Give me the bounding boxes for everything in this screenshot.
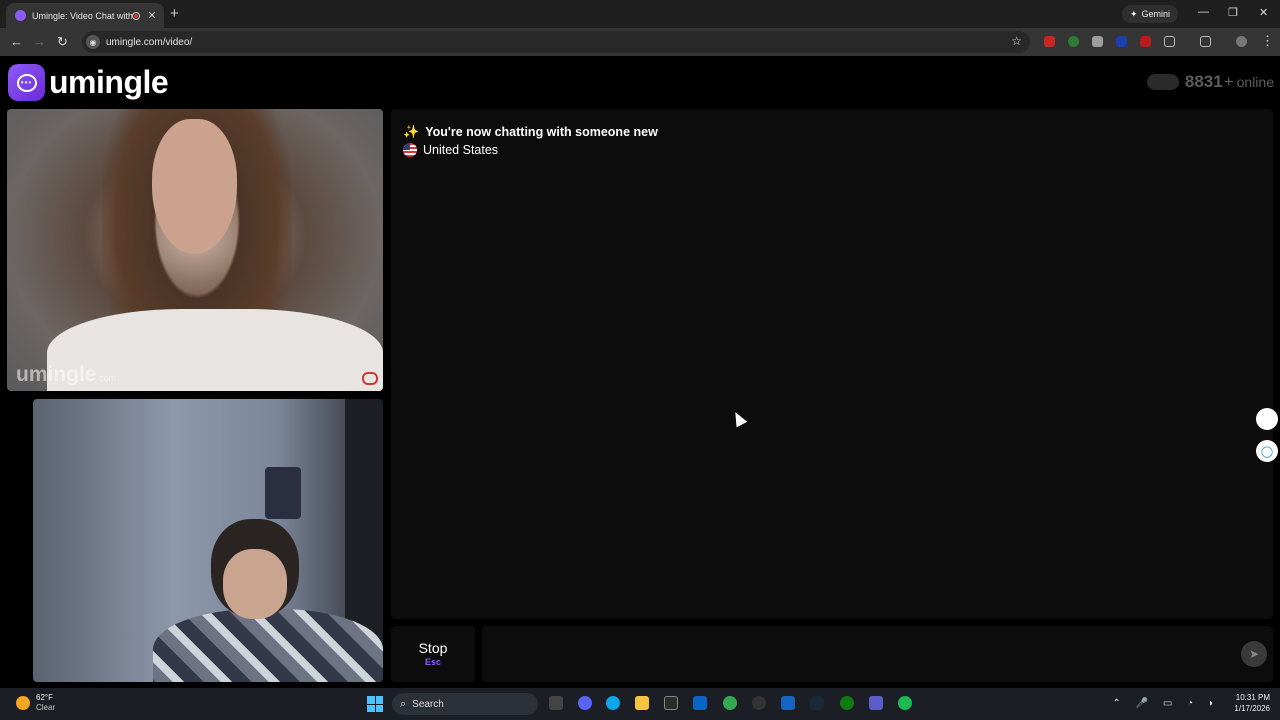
system-tray-icons[interactable]: ⌃ 🎤 ▭ ◔ ◗ — [1113, 698, 1220, 709]
tab-title: Umingle: Video Chat with S — [32, 10, 132, 21]
clock-time: 10:31 PM — [1235, 693, 1270, 702]
address-bar[interactable]: ◉ umingle.com/video/ ☆ — [82, 31, 1030, 53]
spotify-icon[interactable] — [898, 696, 912, 710]
online-count: 8831 — [1184, 72, 1223, 91]
bookmark-star-icon[interactable]: ☆ — [1011, 34, 1022, 48]
file-explorer-icon[interactable] — [635, 696, 649, 710]
recording-icon — [132, 11, 140, 20]
windows-taskbar: 62°F Clear ⌕ Search ⌃ 🎤 ▭ ◔ ◗ 10:31 PM 1… — [0, 688, 1280, 720]
logo-text: umingle — [49, 64, 169, 100]
extensions-puzzle-icon[interactable] — [1164, 36, 1175, 47]
url-text: umingle.com/video/ — [106, 36, 193, 48]
gemini-icon: ✦ — [1130, 8, 1138, 19]
stop-label: Stop — [418, 640, 448, 656]
windows-start-icon[interactable] — [367, 696, 383, 712]
grammarly-extension-icon[interactable] — [1068, 36, 1079, 47]
send-icon[interactable]: ➤ — [1241, 641, 1267, 667]
stop-button[interactable]: Stop Esc — [391, 626, 475, 682]
theme-toggle[interactable] — [1146, 74, 1179, 90]
store-icon[interactable] — [664, 696, 678, 710]
self-video-object — [265, 467, 301, 519]
clock-date: 1/17/2026 — [1234, 704, 1270, 713]
app-icon[interactable] — [781, 696, 795, 710]
reload-icon[interactable]: ↻ — [57, 34, 68, 50]
system-message: ✨ You're now chatting with someone new — [403, 124, 658, 140]
stranger-location-text: United States — [423, 143, 499, 157]
umingle-page: ••• umingle 8831 + online umingle.com ✨ … — [0, 56, 1280, 688]
video-watermark: umingle.com — [16, 363, 117, 386]
sparkle-icon: ✨ — [403, 124, 420, 139]
search-label: Search — [412, 698, 444, 710]
extension-icon[interactable] — [1140, 36, 1151, 47]
report-icon[interactable] — [362, 372, 378, 385]
edge-icon[interactable] — [606, 696, 620, 710]
temperature: 62°F — [36, 693, 53, 702]
gemini-button[interactable]: ✦ Gemini — [1122, 5, 1179, 23]
chat-bubble-logo-icon: ••• — [8, 64, 45, 101]
us-flag-icon — [403, 143, 417, 157]
browser-tab[interactable]: Umingle: Video Chat with S ✕ — [6, 3, 164, 28]
system-message-text: You're now chatting with someone new — [425, 125, 658, 139]
gemini-label: Gemini — [1141, 9, 1171, 19]
close-window-button[interactable]: ✕ — [1259, 6, 1268, 19]
online-counter: 8831 + online — [1146, 72, 1274, 92]
steam-icon[interactable] — [810, 696, 824, 710]
self-video-shirt — [153, 609, 383, 682]
chrome-icon[interactable] — [723, 696, 737, 710]
stop-shortcut: Esc — [424, 657, 441, 667]
umingle-favicon-icon — [15, 10, 26, 21]
site-logo[interactable]: ••• umingle — [8, 64, 169, 101]
online-plus: + — [1223, 72, 1234, 91]
browser-toolbar: ← → ↻ ◉ umingle.com/video/ ☆ ⋮ — [0, 28, 1280, 56]
restore-button[interactable]: ❐ — [1228, 6, 1238, 19]
site-info-icon[interactable]: ◉ — [86, 35, 100, 49]
discord-icon[interactable] — [578, 696, 592, 710]
profile-avatar-icon[interactable] — [1236, 36, 1247, 47]
tab-close-icon[interactable]: ✕ — [146, 9, 158, 22]
new-tab-button[interactable]: + — [170, 5, 179, 22]
weather-widget[interactable]: 62°F Clear — [16, 693, 55, 713]
side-tool-icon[interactable]: ✂ — [1256, 408, 1278, 430]
extension-icon[interactable] — [1116, 36, 1127, 47]
app-icon[interactable] — [752, 696, 766, 710]
clock[interactable]: 10:31 PM 1/17/2026 — [1234, 692, 1270, 714]
adblock-extension-icon[interactable] — [1044, 36, 1055, 47]
taskbar-search[interactable]: ⌕ Search — [392, 693, 538, 715]
task-view-icon[interactable] — [549, 696, 563, 710]
stranger-video: umingle.com — [7, 109, 383, 391]
online-label: online — [1236, 74, 1274, 90]
extension-icon[interactable] — [1092, 36, 1103, 47]
browser-tabbar: Umingle: Video Chat with S ✕ + ✦ Gemini … — [0, 0, 1280, 28]
weather-icon — [16, 696, 30, 710]
sidepanel-icon[interactable] — [1200, 36, 1211, 47]
stranger-location: United States — [403, 143, 498, 157]
back-icon[interactable]: ← — [10, 34, 23, 49]
self-video — [33, 399, 383, 682]
chat-panel: ✨ You're now chatting with someone new U… — [391, 109, 1273, 619]
weather-condition: Clear — [36, 703, 56, 712]
search-icon: ⌕ — [400, 697, 407, 710]
menu-icon[interactable]: ⋮ — [1261, 33, 1274, 49]
assistant-bubble-icon[interactable]: ◯ — [1256, 440, 1278, 462]
xbox-icon[interactable] — [840, 696, 854, 710]
minimize-button[interactable]: — — [1198, 6, 1209, 18]
outlook-icon[interactable] — [693, 696, 707, 710]
teams-icon[interactable] — [869, 696, 883, 710]
self-video-face — [223, 549, 287, 619]
message-input[interactable]: ➤ — [482, 626, 1273, 682]
stranger-face — [152, 119, 237, 254]
forward-icon[interactable]: → — [33, 34, 46, 49]
